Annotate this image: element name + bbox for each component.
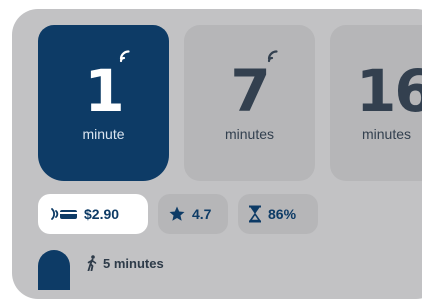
price-label: $2.90 xyxy=(84,206,120,222)
walking-time-label: 5 minutes xyxy=(103,255,164,271)
contactless-card-icon xyxy=(51,208,77,220)
time-option-1[interactable]: 1 minute xyxy=(38,25,169,181)
charge-label: 86% xyxy=(268,206,297,222)
screen: 1 minute 7 minutes 16 minutes $2.90 4.7 … xyxy=(0,0,422,299)
rating-label: 4.7 xyxy=(192,206,212,222)
hourglass-icon xyxy=(248,205,262,223)
avatar xyxy=(38,250,70,290)
time-option-unit: minutes xyxy=(224,126,275,142)
star-icon xyxy=(169,206,185,221)
time-option-unit: minute xyxy=(82,126,125,142)
walking-time: 5 minutes xyxy=(86,254,164,272)
rating-chip: 4.7 xyxy=(158,194,228,234)
payment-chip[interactable]: $2.90 xyxy=(38,194,148,234)
walking-person-icon xyxy=(87,255,97,271)
charge-chip: 86% xyxy=(238,194,318,234)
time-option-3[interactable]: 16 minutes xyxy=(330,25,422,181)
time-option-value: 1 xyxy=(84,57,124,125)
time-option-2[interactable]: 7 minutes xyxy=(184,25,315,181)
signal-icon xyxy=(267,50,278,63)
signal-icon xyxy=(119,50,130,63)
time-option-unit: minutes xyxy=(362,126,412,142)
time-option-value: 16 xyxy=(356,57,422,125)
time-option-value: 7 xyxy=(230,57,270,125)
